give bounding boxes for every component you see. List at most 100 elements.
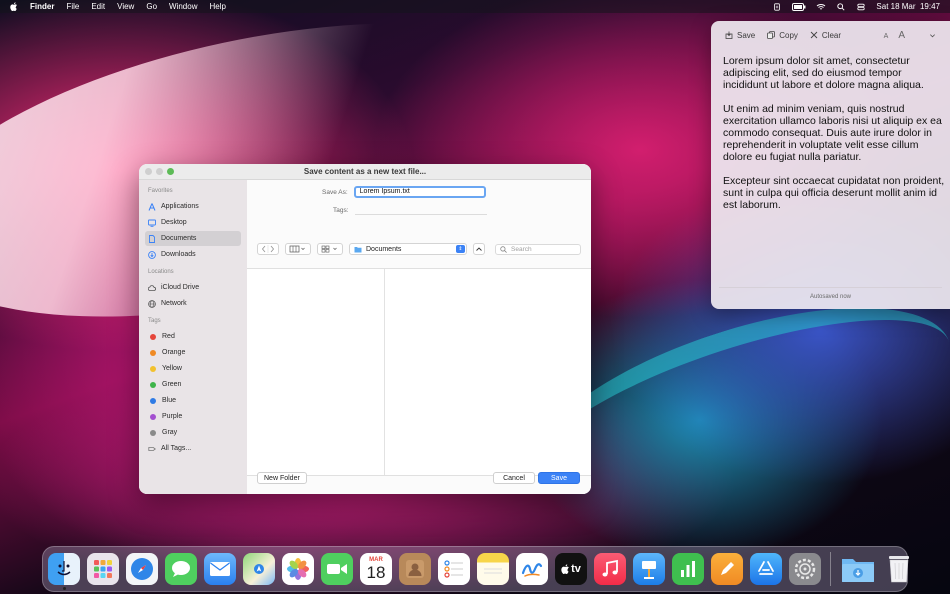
sidebar-item-icloud-drive[interactable]: iCloud Drive bbox=[145, 280, 241, 295]
menu-go[interactable]: Go bbox=[146, 2, 157, 11]
menu-file[interactable]: File bbox=[66, 2, 79, 11]
dock-launchpad[interactable] bbox=[87, 553, 119, 585]
sidebar-item-documents[interactable]: Documents bbox=[145, 231, 241, 246]
sidebar-item-tag-yellow[interactable]: Yellow bbox=[145, 361, 241, 376]
dock-freeform[interactable] bbox=[516, 553, 548, 585]
chevron-down-icon[interactable] bbox=[929, 32, 936, 39]
tags-row: Tags: bbox=[333, 206, 487, 215]
dock-contacts[interactable] bbox=[399, 553, 431, 585]
dock-downloads-folder[interactable] bbox=[840, 553, 876, 585]
notes-text-area[interactable]: Lorem ipsum dolor sit amet, consectetur … bbox=[723, 55, 945, 211]
sidebar-item-tag-blue[interactable]: Blue bbox=[145, 393, 241, 408]
notes-toolbar: Save Copy Clear A A bbox=[711, 21, 950, 49]
photos-icon bbox=[287, 558, 309, 580]
dock-separator bbox=[830, 552, 831, 586]
podium-icon bbox=[642, 561, 656, 579]
close-icon bbox=[810, 31, 818, 39]
sidebar-item-tag-purple[interactable]: Purple bbox=[145, 409, 241, 424]
grid-icon bbox=[321, 245, 337, 253]
search-input[interactable]: Search bbox=[495, 243, 581, 255]
dock-trash[interactable] bbox=[883, 553, 915, 585]
sidebar-item-tag-orange[interactable]: Orange bbox=[145, 345, 241, 360]
group-by-button[interactable] bbox=[317, 243, 343, 255]
sidebar-item-network[interactable]: Network bbox=[145, 296, 241, 311]
notes-copy-button[interactable]: Copy bbox=[767, 31, 798, 40]
dock-numbers[interactable] bbox=[672, 553, 704, 585]
tag-color-dot-icon bbox=[150, 397, 156, 404]
dock-music[interactable] bbox=[594, 553, 626, 585]
font-smaller-button[interactable]: A bbox=[884, 33, 889, 40]
dock-reminders[interactable] bbox=[438, 553, 470, 585]
sidebar-item-tag-green[interactable]: Green bbox=[145, 377, 241, 392]
menu-app-name[interactable]: Finder bbox=[30, 2, 54, 11]
dock-mail[interactable] bbox=[204, 553, 236, 585]
dock-apple-tv[interactable]: tv bbox=[555, 553, 587, 585]
location-select[interactable]: Documents ⇕ bbox=[349, 243, 467, 255]
dock-keynote[interactable] bbox=[633, 553, 665, 585]
dock-maps[interactable] bbox=[243, 553, 275, 585]
dock-system-settings[interactable] bbox=[789, 553, 821, 585]
dock-app-store[interactable] bbox=[750, 553, 782, 585]
menu-view[interactable]: View bbox=[117, 2, 134, 11]
dock: MAR 18 tv bbox=[42, 546, 909, 592]
control-center-icon[interactable] bbox=[856, 3, 866, 11]
new-folder-button[interactable]: New Folder bbox=[257, 472, 307, 484]
dock-photos[interactable] bbox=[282, 553, 314, 585]
tag-list: Red Orange Yellow Green Blue Purple Gray bbox=[139, 329, 247, 440]
dock-messages[interactable] bbox=[165, 553, 197, 585]
map-icon bbox=[254, 564, 264, 574]
notes-icon[interactable] bbox=[772, 2, 782, 11]
notes-copy-label: Copy bbox=[779, 30, 798, 40]
font-size-controls: A A bbox=[884, 30, 905, 41]
sidebar-item-downloads[interactable]: Downloads bbox=[145, 247, 241, 262]
menu-bar: Finder File Edit View Go Window Help Sat… bbox=[0, 0, 950, 13]
browser-toolbar: Documents ⇕ Search bbox=[257, 242, 581, 256]
save-as-row: Save As: Lorem Ipsum.txt bbox=[322, 186, 486, 198]
menu-help[interactable]: Help bbox=[209, 2, 225, 11]
dialog-titlebar: Save content as a new text file... bbox=[139, 164, 591, 180]
location-value: Documents bbox=[366, 245, 402, 253]
tags-label: Tags: bbox=[333, 207, 349, 214]
columns-view-icon bbox=[289, 245, 305, 253]
locations-header: Locations bbox=[148, 269, 174, 275]
menu-clock[interactable]: Sat 18 Mar 19:47 bbox=[876, 2, 940, 11]
column-divider[interactable] bbox=[384, 269, 385, 475]
sidebar-item-applications[interactable]: Applications bbox=[145, 199, 241, 214]
dock-calendar[interactable]: MAR 18 bbox=[360, 553, 392, 585]
sidebar-item-tag-gray[interactable]: Gray bbox=[145, 425, 241, 440]
notes-clear-button[interactable]: Clear bbox=[810, 31, 841, 40]
menu-edit[interactable]: Edit bbox=[91, 2, 105, 11]
battery-icon[interactable] bbox=[792, 2, 806, 11]
dock-facetime[interactable] bbox=[321, 553, 353, 585]
view-mode-button[interactable] bbox=[285, 243, 311, 255]
dock-notes[interactable] bbox=[477, 553, 509, 585]
save-icon bbox=[725, 31, 733, 39]
font-larger-button[interactable]: A bbox=[898, 30, 905, 41]
tags-input[interactable] bbox=[354, 206, 487, 215]
sidebar-item-label: Network bbox=[161, 300, 187, 307]
sidebar-item-label: Blue bbox=[162, 397, 177, 404]
wifi-icon[interactable] bbox=[816, 3, 826, 11]
menu-window[interactable]: Window bbox=[169, 2, 197, 11]
sidebar-item-all-tags[interactable]: All Tags... bbox=[145, 441, 241, 456]
save-as-input[interactable]: Lorem Ipsum.txt bbox=[353, 186, 486, 198]
tag-color-dot-icon bbox=[150, 333, 156, 340]
gear-icon bbox=[794, 558, 816, 580]
dock-safari[interactable] bbox=[126, 553, 158, 585]
collapse-button[interactable] bbox=[473, 243, 485, 255]
dock-pages[interactable] bbox=[711, 553, 743, 585]
dialog-sidebar: Favorites Applications Desktop Documents… bbox=[139, 180, 247, 494]
notes-save-button[interactable]: Save bbox=[725, 31, 755, 40]
apple-menu-icon[interactable] bbox=[10, 2, 18, 11]
sidebar-item-tag-red[interactable]: Red bbox=[145, 329, 241, 344]
sidebar-item-label: Applications bbox=[161, 203, 199, 210]
sidebar-item-desktop[interactable]: Desktop bbox=[145, 215, 241, 230]
dock-finder[interactable] bbox=[48, 553, 80, 590]
apple-tv-icon bbox=[561, 564, 569, 574]
chevron-left-icon[interactable] bbox=[261, 245, 275, 253]
search-icon[interactable] bbox=[836, 2, 846, 11]
file-browser[interactable] bbox=[247, 268, 591, 476]
search-placeholder: Search bbox=[511, 245, 532, 253]
cancel-button[interactable]: Cancel bbox=[493, 472, 535, 484]
save-button[interactable]: Save bbox=[538, 472, 580, 484]
